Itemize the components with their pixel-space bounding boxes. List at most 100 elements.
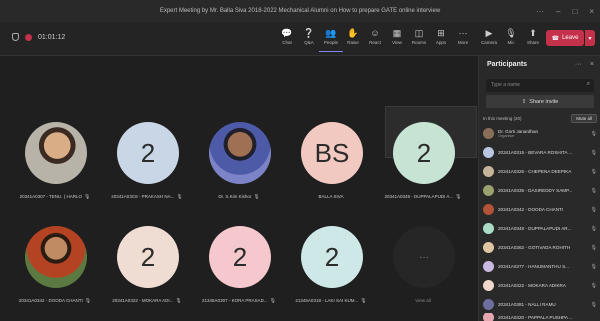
chat-button[interactable]: 💬 Chat bbox=[275, 26, 299, 52]
mic-off-icon: 🎙 bbox=[84, 194, 91, 200]
mic-off-icon: 🎙 bbox=[590, 206, 597, 213]
list-item[interactable]: 20341A0377 - HANUMANTHU S... 🎙 bbox=[483, 259, 597, 274]
apps-button[interactable]: ⊞ Apps bbox=[429, 26, 453, 52]
camera-button[interactable]: ▶ Camera bbox=[477, 26, 501, 52]
shield-icon bbox=[12, 33, 19, 41]
participant-name: 20341A0377 - HANUMANTHU S... bbox=[498, 264, 569, 269]
avatar: 2 bbox=[301, 226, 363, 288]
close-window-icon[interactable]: × bbox=[589, 7, 594, 16]
view-all-label: View all bbox=[415, 298, 431, 303]
share-button[interactable]: ⬆ Share bbox=[521, 26, 545, 52]
search-placeholder: Type a name bbox=[491, 82, 520, 88]
tile-name: 20341A03C8 - PRAKASH NA... bbox=[111, 194, 175, 199]
mic-off-icon: 🎙 bbox=[590, 187, 597, 194]
participant-name: 20341A0320 - PAPPALA PUSHPA ... bbox=[498, 314, 573, 320]
mic-off-icon: 🎙 bbox=[360, 298, 367, 304]
mic-off-icon: 🎙 bbox=[590, 282, 597, 289]
video-stage: 20341A0307 - TENU. ( HARLO 🎙 2 20341A03C8… bbox=[0, 56, 478, 321]
participant-tile[interactable]: 2 20341A0348 - DUPPALAPUDI A... 🎙 bbox=[376, 122, 470, 220]
mute-all-button[interactable]: Mute all bbox=[571, 113, 597, 123]
rooms-button[interactable]: ◫ Rooms bbox=[407, 26, 431, 52]
list-item[interactable]: 20341A0362 - GOTIVADA ROHITH 🎙 bbox=[483, 240, 597, 255]
list-item[interactable]: 20341A0320 - PAPPALA PUSHPA ... bbox=[483, 313, 597, 321]
list-item[interactable]: 20341A0322 - MOKARA ADIKRA 🎙 bbox=[483, 278, 597, 293]
avatar bbox=[25, 122, 87, 184]
search-input[interactable]: Type a name ⌕ bbox=[486, 79, 594, 92]
in-meeting-section[interactable]: In this meeting (20) Mute all bbox=[483, 113, 597, 123]
share-invite-button[interactable]: ⇪ Share invite bbox=[486, 95, 594, 108]
mic-off-icon: 🎙 bbox=[175, 298, 182, 304]
avatar bbox=[483, 166, 494, 177]
participant-tile[interactable]: BS BALLA SIVA bbox=[284, 122, 378, 220]
mic-off-icon: 🎙 bbox=[590, 225, 597, 232]
avatar: BS bbox=[301, 122, 363, 184]
tile-name: 20341A0322 - MOKARA ADI... bbox=[112, 298, 174, 303]
participant-name: 20341A0315 - BEVARA ROSHITA ... bbox=[498, 150, 573, 155]
avatar bbox=[483, 204, 494, 215]
list-item[interactable]: 20341A0326 - CHEPENA DEEPIKA 🎙 bbox=[483, 164, 597, 179]
avatar bbox=[483, 242, 494, 253]
react-button[interactable]: ☺ React bbox=[363, 26, 387, 52]
timer-value: 01:01:12 bbox=[38, 33, 66, 41]
minimize-icon[interactable]: – bbox=[556, 7, 560, 16]
tile-name: 20341A0342 - DOODA CHANTI bbox=[18, 298, 83, 303]
maximize-icon[interactable]: □ bbox=[572, 7, 577, 16]
participant-tile[interactable]: 2 21345A0307 - KORA PRASAD... 🎙 bbox=[192, 226, 286, 321]
avatar bbox=[483, 128, 494, 139]
participant-name: 20341A0362 - GOTIVADA ROHITH bbox=[498, 245, 571, 250]
avatar bbox=[483, 147, 494, 158]
list-item[interactable]: 20341A0315 - BEVARA ROSHITA ... 🎙 bbox=[483, 145, 597, 160]
more-icon: ··· bbox=[458, 28, 468, 38]
search-icon: ⌕ bbox=[586, 81, 590, 87]
avatar: 2 bbox=[209, 226, 271, 288]
microphone-icon: 🎙 bbox=[505, 28, 517, 38]
list-item[interactable]: Dr. Gorti Janardhan Organiser 🎙 bbox=[483, 126, 597, 141]
leave-button[interactable]: ☎ Leave bbox=[546, 30, 584, 46]
list-item[interactable]: 20341A0335 - DASIREDDY SAMP... 🎙 bbox=[483, 183, 597, 198]
phone-icon: ☎ bbox=[551, 35, 560, 42]
recording-icon bbox=[25, 33, 32, 41]
participant-tile[interactable]: 2 20341A0322 - MOKARA ADI... 🎙 bbox=[100, 226, 194, 321]
participant-name: 20341A0381 - NALLI RAMU bbox=[498, 302, 556, 307]
tile-name: BALLA SIVA bbox=[318, 194, 344, 199]
avatar bbox=[483, 261, 494, 272]
share-icon: ⇪ bbox=[521, 98, 527, 105]
participant-tile[interactable]: 20341A0307 - TENU. ( HARLO 🎙 bbox=[8, 122, 102, 220]
qa-button[interactable]: ❔ Q&A bbox=[297, 26, 321, 52]
avatar: 2 bbox=[117, 226, 179, 288]
panel-more-icon[interactable]: ··· bbox=[575, 61, 582, 68]
avatar bbox=[483, 299, 494, 310]
people-button[interactable]: 👥 People bbox=[319, 26, 343, 52]
smile-icon: ☺ bbox=[370, 28, 380, 38]
view-button[interactable]: ▦ View bbox=[385, 26, 409, 52]
list-item[interactable]: 20341A0348 - DUPPALAPUDI AR... 🎙 bbox=[483, 221, 597, 236]
mic-button[interactable]: 🎙 Mic bbox=[499, 26, 523, 52]
view-all-tile[interactable]: ··· View all bbox=[376, 226, 470, 321]
list-item[interactable]: 20341A0342 - DOODA CHANTI 🎙 bbox=[483, 202, 597, 217]
participant-tile[interactable]: 2 20341A03C8 - PRAKASH NA... 🎙 bbox=[100, 122, 194, 220]
more-button[interactable]: ··· More bbox=[451, 26, 475, 52]
participant-tile[interactable]: 20341A0342 - DOODA CHANTI 🎙 bbox=[8, 226, 102, 321]
people-icon: 👥 bbox=[325, 28, 337, 38]
mic-off-icon: 🎙 bbox=[590, 301, 597, 308]
section-label: In this meeting (20) bbox=[483, 115, 522, 121]
list-item[interactable]: 20341A0381 - NALLI RAMU 🎙 bbox=[483, 297, 597, 312]
more-icon: ··· bbox=[393, 226, 455, 288]
participants-panel: Participants ··· × Type a name ⌕ ⇪ Share… bbox=[478, 56, 600, 321]
panel-title: Participants bbox=[487, 61, 528, 68]
close-icon[interactable]: × bbox=[590, 61, 594, 68]
participant-name: 20341A0322 - MOKARA ADIKRA bbox=[498, 283, 566, 288]
participant-tile[interactable]: Dr. S.Kim Kishor 🎙 bbox=[192, 122, 286, 220]
raise-hand-button[interactable]: ✋ Raise bbox=[341, 26, 365, 52]
avatar bbox=[483, 313, 494, 321]
share-tray-icon: ⬆ bbox=[529, 28, 537, 38]
avatar bbox=[483, 223, 494, 234]
window-more-icon[interactable]: ··· bbox=[536, 7, 544, 16]
leave-options-button[interactable]: ▾ bbox=[585, 30, 595, 46]
participant-name: 20341A0326 - CHEPENA DEEPIKA bbox=[498, 169, 572, 174]
qa-icon: ❔ bbox=[303, 28, 315, 38]
mic-off-icon: 🎙 bbox=[269, 298, 276, 304]
participant-tile[interactable]: 2 21345A0318 - LAKI SAI KUM... 🎙 bbox=[284, 226, 378, 321]
tile-name: Dr. S.Kim Kishor bbox=[218, 194, 252, 199]
rooms-icon: ◫ bbox=[414, 28, 424, 38]
